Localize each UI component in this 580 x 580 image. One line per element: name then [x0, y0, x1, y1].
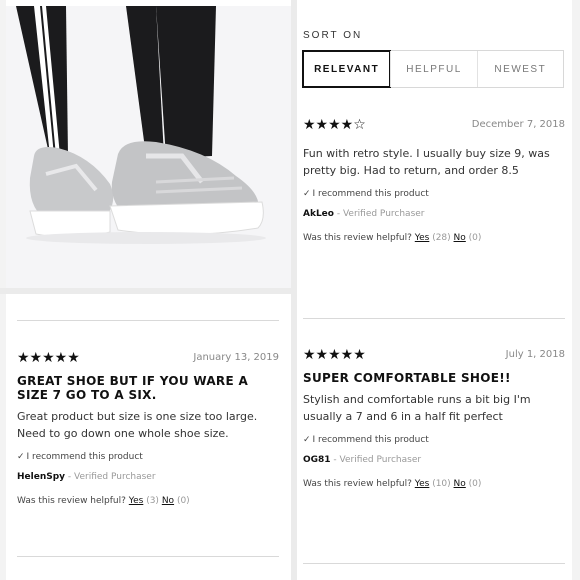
- sort-newest-button[interactable]: NEWEST: [478, 51, 563, 87]
- helpful-row: Was this review helpful? Yes (10) No (0): [303, 479, 565, 489]
- author-name: AkLeo: [303, 209, 334, 219]
- no-count: (0): [468, 479, 482, 489]
- review-author: OG81 - Verified Purchaser: [303, 455, 565, 465]
- recommend-line: ✓ I recommend this product: [17, 452, 279, 462]
- sort-helpful-button[interactable]: HELPFUL: [390, 51, 478, 87]
- sort-relevant-button[interactable]: RELEVANT: [302, 50, 392, 88]
- recommend-line: ✓ I recommend this product: [303, 189, 565, 199]
- helpful-yes-link[interactable]: Yes: [415, 479, 430, 489]
- review-date: July 1, 2018: [505, 349, 565, 360]
- verified-badge: - Verified Purchaser: [65, 472, 156, 482]
- yes-count: (28): [432, 233, 451, 243]
- sort-label: SORT ON: [303, 30, 363, 41]
- recommend-text: I recommend this product: [312, 435, 429, 445]
- divider-horizontal: [0, 288, 291, 294]
- sneaker-illustration: [6, 6, 291, 288]
- helpful-question: Was this review helpful?: [303, 233, 412, 243]
- review-date: December 7, 2018: [471, 119, 565, 130]
- review-separator: [303, 563, 565, 564]
- review-author: AkLeo - Verified Purchaser: [303, 209, 565, 219]
- no-count: (0): [468, 233, 482, 243]
- helpful-question: Was this review helpful?: [17, 496, 126, 506]
- review-card: ★★★★☆ December 7, 2018 Fun with retro st…: [303, 117, 565, 243]
- recommend-line: ✓ I recommend this product: [303, 435, 565, 445]
- check-icon: ✓: [303, 435, 311, 445]
- author-name: HelenSpy: [17, 472, 66, 482]
- review-body: Great product but size is one size too l…: [17, 410, 258, 440]
- review-body: Fun with retro style. I usually buy size…: [303, 147, 550, 177]
- no-count: (0): [176, 496, 190, 506]
- review-separator: [303, 318, 565, 319]
- product-photo: [6, 6, 291, 288]
- verified-badge: - Verified Purchaser: [333, 209, 425, 219]
- sort-tabs: RELEVANT HELPFUL NEWEST: [302, 50, 564, 88]
- review-author: HelenSpy - Verified Purchaser: [17, 472, 279, 482]
- helpful-row: Was this review helpful? Yes (28) No (0): [303, 233, 565, 243]
- helpful-no-link[interactable]: No: [162, 496, 174, 506]
- review-separator: [17, 320, 279, 321]
- helpful-yes-link[interactable]: Yes: [129, 496, 144, 506]
- review-separator: [17, 556, 279, 557]
- verified-badge: - Verified Purchaser: [330, 455, 422, 465]
- yes-count: (3): [146, 496, 159, 506]
- yes-count: (10): [432, 479, 451, 489]
- check-icon: ✓: [303, 189, 311, 199]
- recommend-text: I recommend this product: [312, 189, 429, 199]
- check-icon: ✓: [17, 452, 25, 462]
- review-title: SUPER COMFORTABLE SHOE!!: [303, 371, 511, 385]
- review-date: January 13, 2019: [193, 352, 279, 363]
- helpful-yes-link[interactable]: Yes: [415, 233, 430, 243]
- review-title: GREAT SHOE BUT IF YOU WARE A SIZE 7 GO T…: [17, 374, 249, 402]
- review-body: Stylish and comfortable runs a bit big I…: [303, 393, 531, 423]
- helpful-no-link[interactable]: No: [454, 479, 466, 489]
- review-card: ★★★★★ July 1, 2018 SUPER COMFORTABLE SHO…: [303, 347, 565, 489]
- review-card: ★★★★★ January 13, 2019 GREAT SHOE BUT IF…: [17, 350, 279, 506]
- helpful-row: Was this review helpful? Yes (3) No (0): [17, 496, 279, 506]
- frame-right: [572, 0, 580, 580]
- divider-vertical: [291, 0, 297, 580]
- recommend-text: I recommend this product: [26, 452, 143, 462]
- helpful-question: Was this review helpful?: [303, 479, 412, 489]
- author-name: OG81: [303, 455, 331, 465]
- helpful-no-link[interactable]: No: [454, 233, 466, 243]
